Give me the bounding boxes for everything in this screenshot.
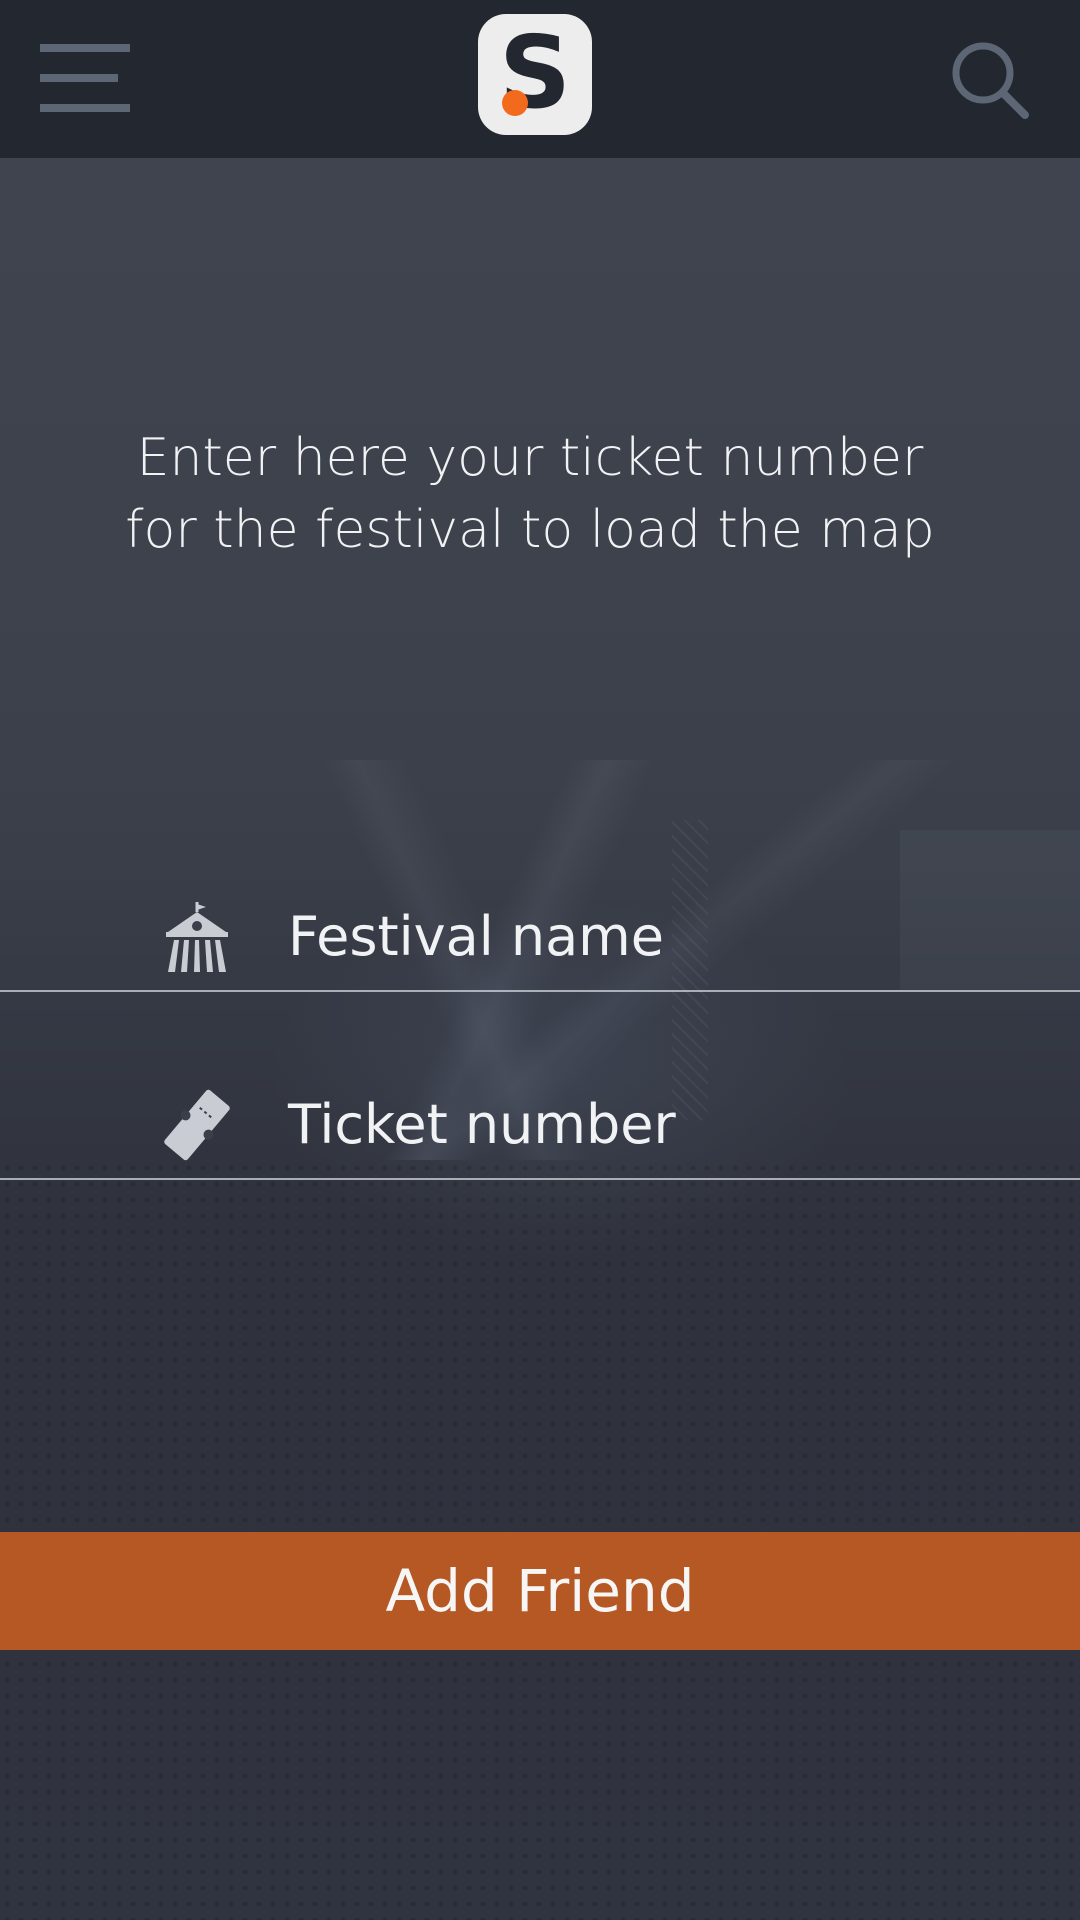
app-logo: S xyxy=(478,14,592,135)
logo-letter: S xyxy=(498,14,572,131)
festival-tent-icon xyxy=(162,900,232,974)
ticket-number-placeholder: Ticket number xyxy=(288,1093,676,1156)
festival-name-field[interactable]: Festival name xyxy=(0,880,1080,992)
instruction-headline: Enter here your ticket number for the fe… xyxy=(0,422,1060,566)
hamburger-menu-icon[interactable] xyxy=(40,44,130,114)
ticket-icon xyxy=(162,1088,232,1162)
add-friend-button[interactable]: Add Friend xyxy=(0,1532,1080,1650)
logo-dot xyxy=(502,90,528,116)
app-header: S xyxy=(0,0,1080,158)
headline-line-2: for the festival to load the map xyxy=(125,500,935,560)
search-icon[interactable] xyxy=(950,40,1030,120)
headline-line-1: Enter here your ticket number xyxy=(136,428,924,488)
ticket-number-field[interactable]: Ticket number xyxy=(0,1068,1080,1180)
festival-name-placeholder: Festival name xyxy=(288,905,664,968)
